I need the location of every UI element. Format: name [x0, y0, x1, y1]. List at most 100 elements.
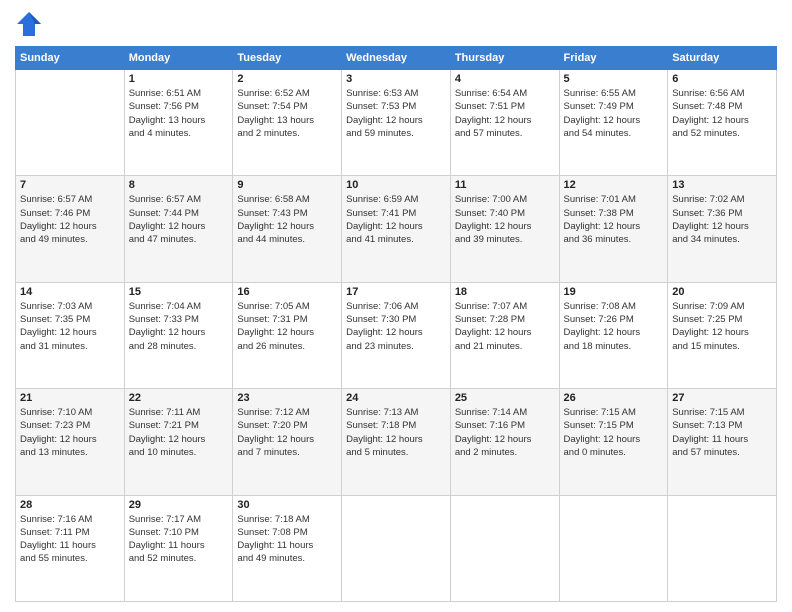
calendar-cell: 6 Sunrise: 6:56 AM Sunset: 7:48 PM Daylig…	[668, 70, 777, 176]
day-info: Sunrise: 6:53 AM Sunset: 7:53 PM Dayligh…	[346, 87, 446, 140]
day-info: Sunrise: 7:00 AM Sunset: 7:40 PM Dayligh…	[455, 193, 555, 246]
calendar-cell: 27 Sunrise: 7:15 AM Sunset: 7:13 PM Dayli…	[668, 389, 777, 495]
day-number: 8	[129, 179, 229, 191]
calendar-cell	[450, 495, 559, 601]
day-number: 17	[346, 286, 446, 298]
day-info: Sunrise: 6:54 AM Sunset: 7:51 PM Dayligh…	[455, 87, 555, 140]
day-info: Sunrise: 6:51 AM Sunset: 7:56 PM Dayligh…	[129, 87, 229, 140]
weekday-header: Wednesday	[342, 47, 451, 70]
calendar-cell: 24 Sunrise: 7:13 AM Sunset: 7:18 PM Dayli…	[342, 389, 451, 495]
calendar-cell: 1 Sunrise: 6:51 AM Sunset: 7:56 PM Daylig…	[124, 70, 233, 176]
day-info: Sunrise: 7:17 AM Sunset: 7:10 PM Dayligh…	[129, 513, 229, 566]
calendar-cell: 16 Sunrise: 7:05 AM Sunset: 7:31 PM Dayli…	[233, 282, 342, 388]
day-number: 12	[564, 179, 664, 191]
calendar-cell: 10Sunrise: 6:59 AM Sunset: 7:41 PM Dayli…	[342, 176, 451, 282]
day-info: Sunrise: 7:04 AM Sunset: 7:33 PM Dayligh…	[129, 300, 229, 353]
calendar-cell: 11 Sunrise: 7:00 AM Sunset: 7:40 PM Dayli…	[450, 176, 559, 282]
logo	[15, 10, 47, 38]
day-number: 27	[672, 392, 772, 404]
calendar-cell: 21Sunrise: 7:10 AM Sunset: 7:23 PM Dayli…	[16, 389, 125, 495]
day-info: Sunrise: 7:03 AM Sunset: 7:35 PM Dayligh…	[20, 300, 120, 353]
day-info: Sunrise: 7:16 AM Sunset: 7:11 PM Dayligh…	[20, 513, 120, 566]
day-number: 7	[20, 179, 120, 191]
day-info: Sunrise: 6:57 AM Sunset: 7:44 PM Dayligh…	[129, 193, 229, 246]
calendar-cell: 3 Sunrise: 6:53 AM Sunset: 7:53 PM Daylig…	[342, 70, 451, 176]
calendar-cell: 2 Sunrise: 6:52 AM Sunset: 7:54 PM Daylig…	[233, 70, 342, 176]
day-info: Sunrise: 7:14 AM Sunset: 7:16 PM Dayligh…	[455, 406, 555, 459]
calendar-cell: 14 Sunrise: 7:03 AM Sunset: 7:35 PM Dayli…	[16, 282, 125, 388]
day-number: 11	[455, 179, 555, 191]
day-number: 6	[672, 73, 772, 85]
page: SundayMondayTuesdayWednesdayThursdayFrid…	[0, 0, 792, 612]
calendar-cell: 4 Sunrise: 6:54 AM Sunset: 7:51 PM Daylig…	[450, 70, 559, 176]
day-info: Sunrise: 7:12 AM Sunset: 7:20 PM Dayligh…	[237, 406, 337, 459]
day-number: 30	[237, 499, 337, 511]
day-number: 16	[237, 286, 337, 298]
calendar-cell: 18Sunrise: 7:07 AM Sunset: 7:28 PM Dayli…	[450, 282, 559, 388]
day-info: Sunrise: 7:09 AM Sunset: 7:25 PM Dayligh…	[672, 300, 772, 353]
day-info: Sunrise: 7:13 AM Sunset: 7:18 PM Dayligh…	[346, 406, 446, 459]
calendar-cell: 15 Sunrise: 7:04 AM Sunset: 7:33 PM Dayli…	[124, 282, 233, 388]
day-number: 23	[237, 392, 337, 404]
day-number: 28	[20, 499, 120, 511]
calendar-week-row: 7 Sunrise: 6:57 AM Sunset: 7:46 PM Daylig…	[16, 176, 777, 282]
calendar-table: SundayMondayTuesdayWednesdayThursdayFrid…	[15, 46, 777, 602]
day-number: 14	[20, 286, 120, 298]
day-info: Sunrise: 6:56 AM Sunset: 7:48 PM Dayligh…	[672, 87, 772, 140]
day-number: 5	[564, 73, 664, 85]
day-number: 2	[237, 73, 337, 85]
day-number: 22	[129, 392, 229, 404]
calendar-header-row: SundayMondayTuesdayWednesdayThursdayFrid…	[16, 47, 777, 70]
day-info: Sunrise: 6:57 AM Sunset: 7:46 PM Dayligh…	[20, 193, 120, 246]
weekday-header: Monday	[124, 47, 233, 70]
day-number: 18	[455, 286, 555, 298]
day-info: Sunrise: 7:15 AM Sunset: 7:13 PM Dayligh…	[672, 406, 772, 459]
day-number: 26	[564, 392, 664, 404]
calendar-cell	[668, 495, 777, 601]
logo-icon	[15, 10, 43, 38]
day-number: 3	[346, 73, 446, 85]
weekday-header: Saturday	[668, 47, 777, 70]
calendar-cell: 13Sunrise: 7:02 AM Sunset: 7:36 PM Dayli…	[668, 176, 777, 282]
calendar-cell: 28 Sunrise: 7:16 AM Sunset: 7:11 PM Dayli…	[16, 495, 125, 601]
calendar-cell: 8 Sunrise: 6:57 AM Sunset: 7:44 PM Daylig…	[124, 176, 233, 282]
calendar-cell: 17 Sunrise: 7:06 AM Sunset: 7:30 PM Dayli…	[342, 282, 451, 388]
calendar-cell: 12 Sunrise: 7:01 AM Sunset: 7:38 PM Dayli…	[559, 176, 668, 282]
day-info: Sunrise: 7:11 AM Sunset: 7:21 PM Dayligh…	[129, 406, 229, 459]
day-number: 29	[129, 499, 229, 511]
calendar-cell: 20 Sunrise: 7:09 AM Sunset: 7:25 PM Dayli…	[668, 282, 777, 388]
day-info: Sunrise: 6:58 AM Sunset: 7:43 PM Dayligh…	[237, 193, 337, 246]
day-info: Sunrise: 7:01 AM Sunset: 7:38 PM Dayligh…	[564, 193, 664, 246]
calendar-week-row: 28 Sunrise: 7:16 AM Sunset: 7:11 PM Dayli…	[16, 495, 777, 601]
calendar-cell	[342, 495, 451, 601]
weekday-header: Sunday	[16, 47, 125, 70]
calendar-cell: 23 Sunrise: 7:12 AM Sunset: 7:20 PM Dayli…	[233, 389, 342, 495]
header	[15, 10, 777, 38]
day-info: Sunrise: 6:55 AM Sunset: 7:49 PM Dayligh…	[564, 87, 664, 140]
day-number: 4	[455, 73, 555, 85]
weekday-header: Friday	[559, 47, 668, 70]
day-info: Sunrise: 7:08 AM Sunset: 7:26 PM Dayligh…	[564, 300, 664, 353]
day-number: 21	[20, 392, 120, 404]
day-number: 20	[672, 286, 772, 298]
weekday-header: Thursday	[450, 47, 559, 70]
day-info: Sunrise: 7:06 AM Sunset: 7:30 PM Dayligh…	[346, 300, 446, 353]
calendar-cell: 19 Sunrise: 7:08 AM Sunset: 7:26 PM Dayli…	[559, 282, 668, 388]
calendar-cell: 25 Sunrise: 7:14 AM Sunset: 7:16 PM Dayli…	[450, 389, 559, 495]
day-info: Sunrise: 6:52 AM Sunset: 7:54 PM Dayligh…	[237, 87, 337, 140]
calendar-cell: 29 Sunrise: 7:17 AM Sunset: 7:10 PM Dayli…	[124, 495, 233, 601]
calendar-cell: 26Sunrise: 7:15 AM Sunset: 7:15 PM Dayli…	[559, 389, 668, 495]
day-number: 15	[129, 286, 229, 298]
day-number: 1	[129, 73, 229, 85]
calendar-week-row: 1 Sunrise: 6:51 AM Sunset: 7:56 PM Daylig…	[16, 70, 777, 176]
day-number: 9	[237, 179, 337, 191]
day-info: Sunrise: 7:18 AM Sunset: 7:08 PM Dayligh…	[237, 513, 337, 566]
day-info: Sunrise: 7:05 AM Sunset: 7:31 PM Dayligh…	[237, 300, 337, 353]
day-number: 24	[346, 392, 446, 404]
calendar-cell: 22 Sunrise: 7:11 AM Sunset: 7:21 PM Dayli…	[124, 389, 233, 495]
day-number: 19	[564, 286, 664, 298]
day-number: 25	[455, 392, 555, 404]
day-number: 13	[672, 179, 772, 191]
day-info: Sunrise: 6:59 AM Sunset: 7:41 PM Dayligh…	[346, 193, 446, 246]
weekday-header: Tuesday	[233, 47, 342, 70]
